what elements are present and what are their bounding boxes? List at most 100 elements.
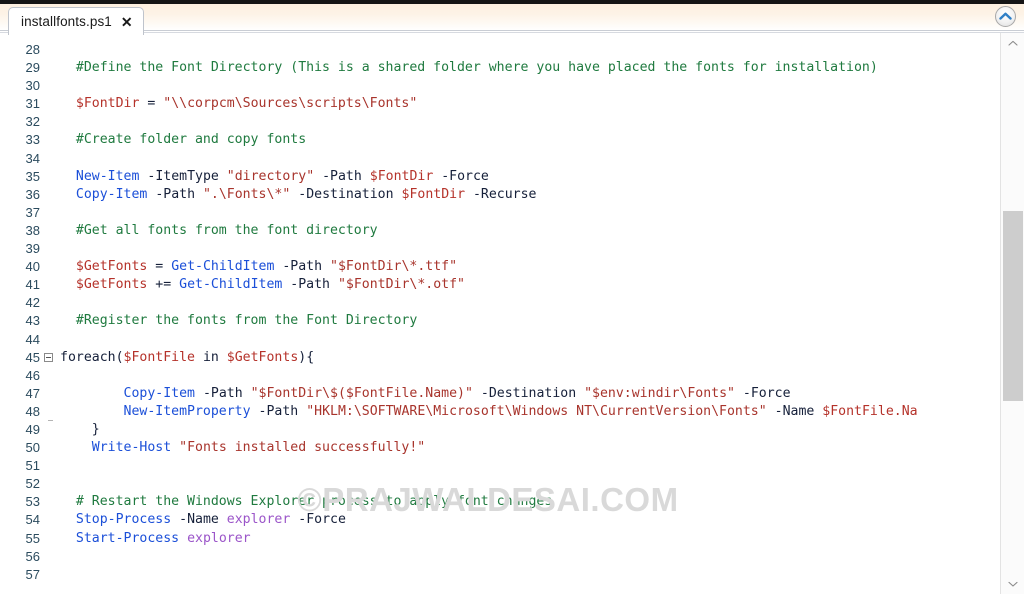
line-number: 44 bbox=[25, 331, 40, 347]
line-number: 46 bbox=[25, 367, 40, 383]
line-number: 40 bbox=[25, 259, 40, 275]
tab-installfonts-ps1[interactable]: installfonts.ps1 ✕ bbox=[8, 7, 144, 35]
code-token: -Path bbox=[202, 385, 243, 401]
code-editor-window: installfonts.ps1 ✕ 28 29 #Define the Font… bbox=[0, 0, 1024, 594]
line-number: 33 bbox=[25, 132, 40, 148]
code-token: "\\corpcm\Sources\scripts\Fonts" bbox=[163, 96, 418, 112]
code-token: $FontDir bbox=[401, 186, 466, 202]
code-token: #Create folder and copy fonts bbox=[75, 132, 307, 148]
code-line: 54 Stop-Process -Name explorer -Force bbox=[0, 511, 1000, 529]
code-token: $GetFonts bbox=[75, 277, 148, 293]
line-number: 38 bbox=[25, 222, 40, 238]
code-token: -Destination bbox=[480, 385, 577, 401]
code-line: 36 Copy-Item -Path ".\Fonts\*" -Destinat… bbox=[0, 186, 1000, 204]
code-text: $GetFonts += Get-ChildItem -Path "$FontD… bbox=[56, 276, 1000, 294]
code-token: Copy-Item bbox=[123, 385, 195, 401]
code-token: in bbox=[202, 349, 219, 365]
code-text: New-Item -ItemType "directory" -Path $Fo… bbox=[56, 168, 1000, 186]
code-text: # Restart the Windows Explorer process t… bbox=[56, 493, 1000, 511]
code-token: "$env:windir\Fonts" bbox=[584, 385, 735, 401]
line-number: 29 bbox=[25, 60, 40, 76]
code-token: explorer bbox=[187, 530, 251, 546]
code-line: 45 foreach($FontFile in $GetFonts){ bbox=[0, 349, 1000, 367]
code-token: -Path bbox=[282, 259, 323, 275]
code-line: 41 $GetFonts += Get-ChildItem -Path "$Fo… bbox=[0, 276, 1000, 294]
line-number: 45 bbox=[25, 349, 40, 365]
code-line: 44 bbox=[0, 331, 1000, 349]
line-number: 42 bbox=[25, 295, 40, 311]
code-text: New-ItemProperty -Path "HKLM:\SOFTWARE\M… bbox=[56, 403, 1000, 421]
scroll-up-button[interactable] bbox=[1001, 33, 1024, 53]
code-token: "$FontDir\*.ttf" bbox=[330, 259, 458, 275]
code-line: 48 New-ItemProperty -Path "HKLM:\SOFTWAR… bbox=[0, 403, 1000, 421]
fold-collapse-icon[interactable] bbox=[44, 352, 53, 362]
code-token: New-Item bbox=[75, 168, 140, 184]
line-number: 48 bbox=[25, 403, 40, 419]
code-surface[interactable]: 28 29 #Define the Font Directory (This is… bbox=[0, 33, 1000, 594]
code-text: Start-Process explorer bbox=[56, 530, 1000, 548]
code-line: 52 bbox=[0, 475, 1000, 493]
code-text: #Register the fonts from the Font Direct… bbox=[56, 312, 1000, 330]
code-text: #Create folder and copy fonts bbox=[56, 131, 1000, 149]
scroll-down-button[interactable] bbox=[1001, 574, 1024, 594]
code-token: += bbox=[147, 277, 180, 293]
close-icon[interactable]: ✕ bbox=[121, 15, 133, 29]
code-token: "Fonts installed successfully!" bbox=[179, 440, 426, 456]
line-number: 57 bbox=[25, 566, 40, 582]
code-line: 46 bbox=[0, 367, 1000, 385]
code-text: Stop-Process -Name explorer -Force bbox=[56, 511, 1000, 529]
code-line: 32 bbox=[0, 113, 1000, 131]
code-line: 55 Start-Process explorer bbox=[0, 530, 1000, 548]
tab-bar: installfonts.ps1 ✕ bbox=[0, 4, 1024, 35]
code-lines: 28 29 #Define the Font Directory (This is… bbox=[0, 41, 1000, 584]
code-token: ".\Fonts\*" bbox=[202, 186, 291, 202]
code-line: 38 #Get all fonts from the font director… bbox=[0, 222, 1000, 240]
code-token: -Recurse bbox=[472, 186, 537, 202]
line-number: 50 bbox=[25, 440, 40, 456]
code-token: -Name bbox=[179, 512, 219, 528]
code-line: 47 Copy-Item -Path "$FontDir\$($FontFile… bbox=[0, 385, 1000, 403]
code-line: 28 bbox=[0, 41, 1000, 59]
code-line: 49 } bbox=[0, 419, 1000, 439]
code-token: "$FontDir\*.otf" bbox=[337, 277, 465, 293]
code-token: -Force bbox=[298, 512, 346, 528]
line-number: 32 bbox=[25, 114, 40, 130]
code-token: = bbox=[147, 259, 172, 275]
line-number: 35 bbox=[25, 168, 40, 184]
tab-title: installfonts.ps1 bbox=[21, 14, 112, 29]
line-number: 53 bbox=[25, 494, 40, 510]
code-token: -Force bbox=[742, 385, 791, 401]
vertical-scrollbar[interactable] bbox=[1000, 33, 1024, 594]
code-token: #Define the Font Directory (This is a sh… bbox=[75, 60, 878, 76]
code-line: 50 Write-Host "Fonts installed successfu… bbox=[0, 439, 1000, 457]
code-line: 30 bbox=[0, 77, 1000, 95]
editor-area: 28 29 #Define the Font Directory (This is… bbox=[0, 32, 1024, 594]
code-token: # Restart the Windows Explorer process t… bbox=[75, 494, 553, 510]
chevron-up-circle-icon[interactable] bbox=[995, 6, 1016, 27]
line-number: 37 bbox=[25, 204, 40, 220]
scrollbar-thumb[interactable] bbox=[1003, 211, 1023, 401]
code-line: 43 #Register the fonts from the Font Dir… bbox=[0, 312, 1000, 330]
code-line: 33 #Create folder and copy fonts bbox=[0, 131, 1000, 149]
